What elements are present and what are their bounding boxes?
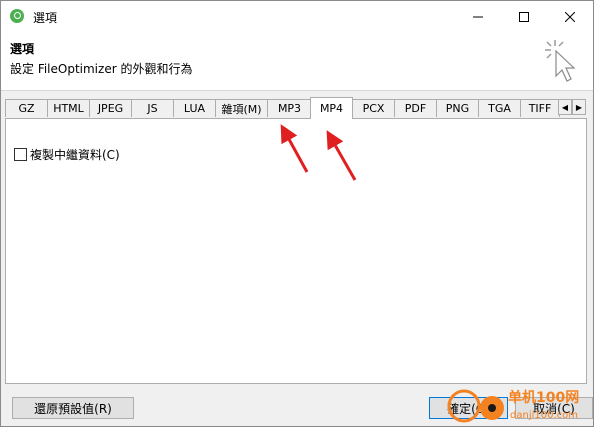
header-separator	[1, 90, 593, 91]
watermark-text-url: danji100.com	[510, 410, 578, 421]
tab-pcx[interactable]: PCX	[352, 99, 395, 117]
tab-tiff[interactable]: TIFF	[520, 99, 560, 117]
watermark-logo-center	[488, 404, 496, 412]
tab-png[interactable]: PNG	[436, 99, 479, 117]
title-bar: 選項	[1, 1, 593, 32]
mp4-tab-panel: 複製中繼資料(C)	[5, 118, 587, 384]
fileoptimizer-app-icon	[10, 9, 24, 23]
window-title: 選項	[33, 11, 58, 25]
dialog-header: 選項 設定 FileOptimizer 的外觀和行為	[1, 32, 593, 90]
tab-tga[interactable]: TGA	[478, 99, 521, 117]
header-description: 設定 FileOptimizer 的外觀和行為	[10, 62, 193, 76]
copy-metadata-label: 複製中繼資料(C)	[30, 148, 120, 162]
tab-html[interactable]: HTML	[47, 99, 90, 117]
minimize-button[interactable]	[455, 1, 501, 32]
maximize-icon	[519, 11, 529, 22]
header-title: 選項	[10, 42, 35, 56]
watermark-text-cn: 单机100网	[508, 389, 579, 406]
tab-js[interactable]: JS	[131, 99, 174, 117]
tab-strip: GZ HTML JPEG JS LUA 雜項(M) MP3 MP4 PCX PD…	[5, 97, 589, 119]
site-watermark: 单机100网 danji100.com	[447, 389, 579, 423]
restore-defaults-button[interactable]: 還原預設值(R)	[12, 397, 134, 419]
tab-misc[interactable]: 雜項(M)	[215, 99, 268, 117]
tab-lua[interactable]: LUA	[173, 99, 216, 117]
maximize-button[interactable]	[501, 1, 547, 32]
copy-metadata-option[interactable]: 複製中繼資料(C)	[14, 146, 120, 163]
close-icon	[565, 11, 575, 22]
tab-jpeg[interactable]: JPEG	[89, 99, 132, 117]
tab-gz[interactable]: GZ	[5, 99, 48, 117]
close-button[interactable]	[547, 1, 593, 32]
watermark-logo-ring	[447, 389, 481, 423]
tab-mp4[interactable]: MP4	[310, 97, 353, 119]
tab-scroll-left-button[interactable]: ◀	[558, 99, 572, 115]
options-dialog: 選項 選項 設定 FileOptimizer 的外觀和行為 GZ HTML JP…	[0, 0, 594, 427]
minimize-icon	[473, 16, 483, 17]
copy-metadata-checkbox[interactable]	[14, 148, 27, 161]
tab-scroll-right-button[interactable]: ▶	[572, 99, 586, 115]
tab-pdf[interactable]: PDF	[394, 99, 437, 117]
cursor-click-icon	[545, 40, 576, 82]
tab-mp3[interactable]: MP3	[267, 99, 312, 117]
